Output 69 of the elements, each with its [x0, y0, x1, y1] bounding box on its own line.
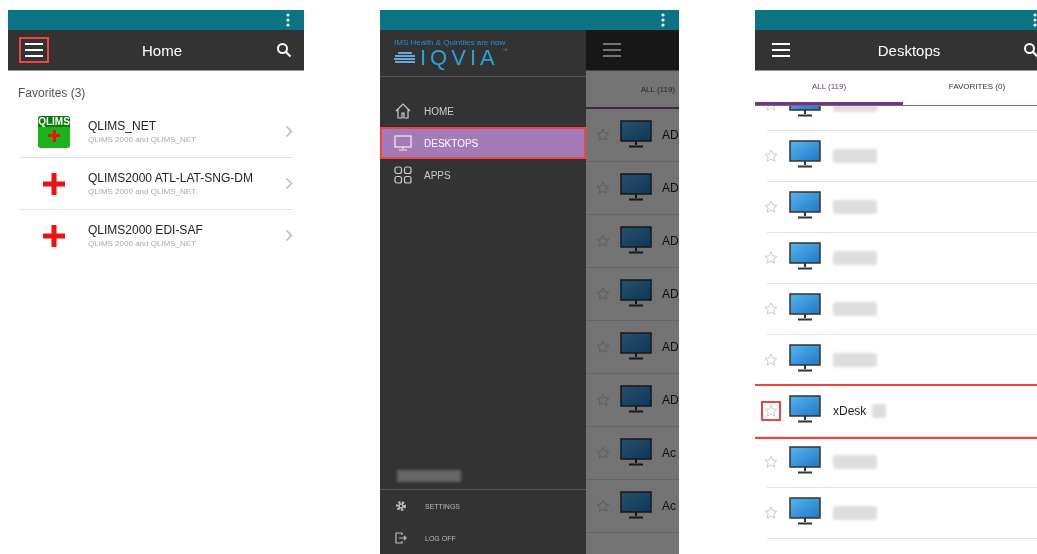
monitor-icon	[620, 490, 652, 519]
drawer-menu-item[interactable]: APPS	[382, 159, 584, 191]
desktop-name: AD	[662, 340, 679, 354]
app-subtitle: QLIMS 2000 and QLIMS_NET	[88, 135, 198, 144]
log-off-icon	[395, 532, 407, 544]
favorite-item[interactable]: QLIMS QLIMS_NET QLIMS 2000 and QLIMS_NET	[20, 106, 293, 158]
apps-grid-icon	[394, 166, 412, 184]
star-icon[interactable]	[762, 351, 780, 369]
drawer-menu-item[interactable]: HOME	[382, 95, 584, 127]
star-icon[interactable]	[762, 147, 780, 165]
cross-icon	[42, 223, 66, 248]
home-icon	[394, 102, 412, 120]
chevron-right-icon	[285, 177, 293, 190]
more-options-icon[interactable]	[1033, 13, 1037, 27]
desktop-name: AD	[662, 234, 679, 248]
monitor-icon	[620, 225, 652, 254]
app-subtitle: QLIMS 2000 and QLIMS_NET	[88, 187, 198, 196]
logo-tagline: IMS Health & Quintiles are now	[394, 37, 507, 47]
monitor-icon	[789, 497, 821, 525]
app-name: QLIMS_NET	[88, 119, 157, 133]
app-name: QLIMS2000 ATL-LAT-SNG-DM	[88, 171, 254, 185]
monitor-outline-icon	[394, 135, 412, 151]
monitor-icon	[789, 140, 821, 168]
desktop-name: xDesk	[833, 404, 867, 418]
star-icon[interactable]	[762, 300, 780, 318]
cross-icon	[42, 171, 66, 196]
chevron-right-icon	[285, 125, 293, 138]
chevron-right-icon	[285, 229, 293, 242]
star-icon[interactable]	[762, 453, 780, 471]
monitor-icon	[620, 437, 652, 466]
monitor-icon	[620, 172, 652, 201]
monitor-icon	[789, 395, 821, 423]
tab[interactable]: FAVORITES (0)	[903, 71, 1037, 105]
more-options-icon[interactable]	[286, 13, 290, 27]
app-name: QLIMS2000 EDI-SAF	[88, 223, 204, 237]
desktop-row[interactable]: xDesk	[755, 386, 1037, 437]
monitor-icon	[789, 344, 821, 372]
monitor-icon	[789, 242, 821, 270]
desktop-name: AD	[662, 128, 679, 142]
logo-stripes-icon	[394, 50, 416, 65]
star-icon[interactable]	[762, 504, 780, 522]
search-icon[interactable]	[276, 42, 292, 58]
app-icon: QLIMS	[38, 115, 70, 148]
star-icon[interactable]	[762, 198, 780, 216]
favorite-item[interactable]: QLIMS2000 ATL-LAT-SNG-DM QLIMS 2000 and QLIMS_NET	[20, 158, 293, 210]
monitor-icon	[620, 278, 652, 307]
monitor-icon	[620, 384, 652, 413]
monitor-icon	[789, 446, 821, 474]
search-icon[interactable]	[1023, 42, 1037, 58]
desktop-name: Ac	[662, 499, 676, 513]
desktop-name: AD	[662, 287, 679, 301]
monitor-icon	[620, 119, 652, 148]
desktop-name: Ac	[662, 446, 676, 460]
desktop-name: AD	[662, 181, 679, 195]
section-heading: Favorites (3)	[17, 85, 87, 102]
star-icon[interactable]	[762, 402, 780, 420]
logo-text: IQVIA	[420, 46, 499, 69]
monitor-icon	[789, 293, 821, 321]
desktop-name: AD	[662, 393, 679, 407]
monitor-icon	[620, 331, 652, 360]
screen-title: Home	[141, 41, 183, 59]
screen-title: Desktops	[876, 41, 942, 59]
favorite-item[interactable]: QLIMS2000 EDI-SAF QLIMS 2000 and QLIMS_NET	[20, 210, 293, 261]
menu-icon[interactable]	[20, 38, 48, 62]
star-icon[interactable]	[762, 249, 780, 267]
app-subtitle: QLIMS 2000 and QLIMS_NET	[88, 239, 198, 248]
more-options-icon[interactable]	[661, 13, 665, 27]
monitor-icon	[789, 191, 821, 219]
settings-icon	[395, 500, 407, 512]
